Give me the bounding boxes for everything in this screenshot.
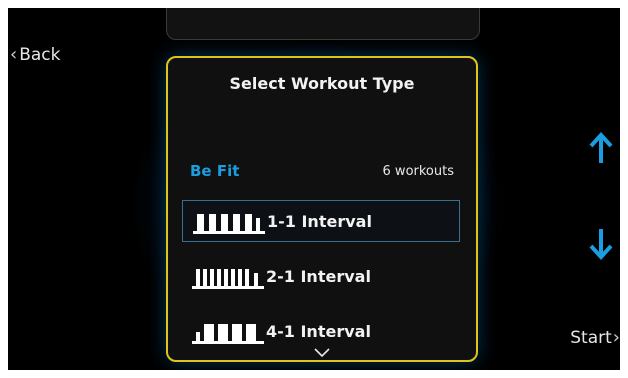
arrow-down-icon <box>589 229 613 260</box>
chevron-right-icon: › <box>612 327 620 348</box>
workout-screen: ‹ Back Start › Select Workout Type Be Fi… <box>8 8 620 370</box>
scroll-down-button[interactable] <box>588 226 614 260</box>
more-items-indicator[interactable] <box>168 343 476 362</box>
interval-4-1-bars-icon <box>192 324 264 344</box>
back-label: Back <box>19 44 61 65</box>
interval-1-1-bars-icon <box>193 214 265 234</box>
select-workout-dialog: Select Workout Type Be Fit 6 workouts 1-… <box>166 56 478 362</box>
chevron-down-icon <box>314 348 330 358</box>
previous-panel <box>166 8 480 40</box>
workout-item-label: 2-1 Interval <box>266 266 371 286</box>
workout-count: 6 workouts <box>382 164 454 179</box>
workout-item-label: 1-1 Interval <box>267 211 372 231</box>
chevron-left-icon: ‹ <box>10 44 18 65</box>
workout-item-2-1-interval[interactable]: 2-1 Interval <box>182 255 460 297</box>
arrow-up-icon <box>589 132 613 163</box>
back-button[interactable]: ‹ Back <box>10 44 60 65</box>
category-label: Be Fit <box>190 162 240 180</box>
workout-item-1-1-interval[interactable]: 1-1 Interval <box>182 200 460 242</box>
start-button[interactable]: Start › <box>570 327 620 348</box>
workout-item-label: 4-1 Interval <box>266 321 371 341</box>
start-label: Start <box>570 327 612 348</box>
scroll-up-button[interactable] <box>588 132 614 166</box>
interval-2-1-bars-icon <box>192 269 264 289</box>
dialog-title: Select Workout Type <box>229 74 415 93</box>
